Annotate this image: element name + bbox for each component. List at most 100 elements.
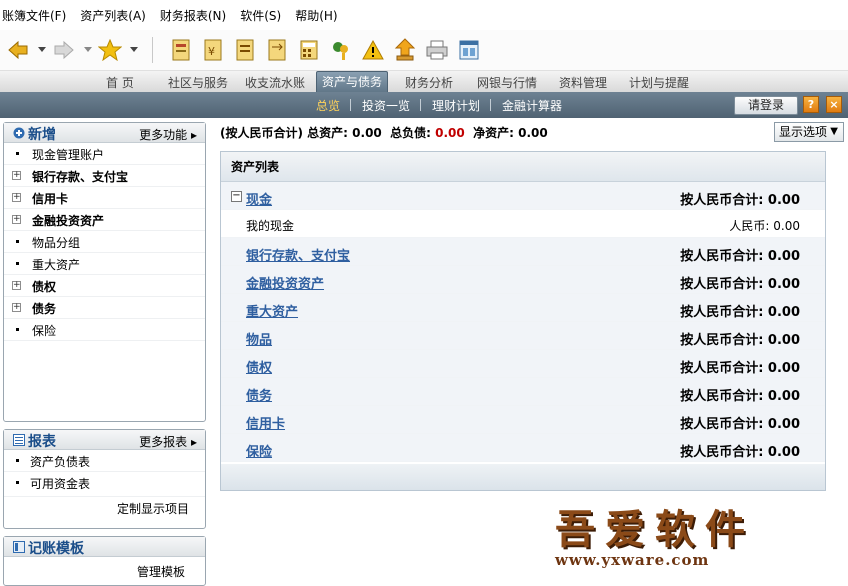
collapse-minus-icon[interactable]: − bbox=[231, 191, 242, 202]
tab-data-management[interactable]: 资料管理 bbox=[559, 74, 607, 93]
report-panel-header: 报表 更多报表 ▸ bbox=[4, 430, 205, 450]
subtab-financial-plan[interactable]: 理财计划 bbox=[432, 97, 480, 114]
tab-assets-debts[interactable]: 资产与债务 bbox=[316, 71, 389, 94]
toolbar-separator bbox=[152, 37, 153, 63]
asset-category-row[interactable]: 保险 按人民币合计: 0.00 bbox=[221, 434, 825, 462]
main-tab-bar: 首 页 社区与服务 收支流水账 资产与债务 财务分析 网银与行情 资料管理 计划… bbox=[0, 70, 848, 94]
report-item[interactable]: 可用资金表 bbox=[4, 472, 205, 497]
report-item[interactable]: 资产负债表 bbox=[4, 450, 205, 472]
upload-icon[interactable] bbox=[393, 38, 417, 62]
new-item[interactable]: + 债权 bbox=[4, 275, 205, 297]
tab-community[interactable]: 社区与服务 bbox=[168, 74, 228, 93]
asset-category-row[interactable]: 重大资产 按人民币合计: 0.00 bbox=[221, 294, 825, 322]
menu-help[interactable]: 帮助(H) bbox=[295, 7, 337, 24]
expand-plus-icon[interactable]: + bbox=[12, 171, 21, 180]
net-assets-label: 净资产: bbox=[473, 126, 514, 140]
asset-category-row[interactable]: 金融投资资产 按人民币合计: 0.00 bbox=[221, 266, 825, 294]
forward-arrow-icon[interactable] bbox=[52, 38, 76, 62]
asset-category-row[interactable]: 银行存款、支付宝 按人民币合计: 0.00 bbox=[221, 238, 825, 266]
menu-software[interactable]: 软件(S) bbox=[240, 7, 281, 24]
expand-plus-icon[interactable]: + bbox=[12, 303, 21, 312]
custom-display-items-link[interactable]: 定制显示项目 bbox=[117, 502, 189, 516]
users-key-icon[interactable] bbox=[329, 38, 353, 62]
login-button[interactable]: 请登录 bbox=[734, 96, 798, 115]
asset-value: 按人民币合计: 0.00 bbox=[680, 305, 800, 320]
asset-value: 按人民币合计: 0.00 bbox=[680, 445, 800, 460]
display-options-button[interactable]: 显示选项 ▼ bbox=[774, 122, 844, 142]
subtab-divider bbox=[350, 99, 351, 111]
report-list-icon bbox=[13, 434, 25, 446]
asset-category-link[interactable]: 信用卡 bbox=[246, 413, 285, 432]
report-panel: 报表 更多报表 ▸ 资产负债表 可用资金表 定制显示项目 bbox=[3, 429, 206, 529]
back-arrow-icon[interactable] bbox=[6, 38, 30, 62]
tab-finance-analysis[interactable]: 财务分析 bbox=[405, 74, 453, 93]
expand-plus-icon[interactable]: + bbox=[12, 281, 21, 290]
menu-file[interactable]: 账簿文件(F) bbox=[2, 7, 66, 24]
asset-list-title: 资产列表 bbox=[221, 152, 825, 182]
more-reports-link[interactable]: 更多报表 ▸ bbox=[139, 433, 197, 450]
asset-category-row[interactable]: 债权 按人民币合计: 0.00 bbox=[221, 350, 825, 378]
help-button[interactable]: ? bbox=[803, 96, 819, 113]
new-item-label: 重大资产 bbox=[32, 258, 81, 272]
expand-plus-icon[interactable]: + bbox=[12, 193, 21, 202]
income-icon[interactable]: ¥ bbox=[201, 38, 225, 62]
new-item-label: 银行存款、支付宝 bbox=[32, 170, 129, 184]
new-item[interactable]: 重大资产 bbox=[4, 253, 205, 275]
ledger-icon[interactable] bbox=[169, 38, 193, 62]
expense-icon[interactable] bbox=[233, 38, 257, 62]
tab-ebank-market[interactable]: 网银与行情 bbox=[477, 74, 537, 93]
subtab-investment-overview[interactable]: 投资一览 bbox=[362, 97, 410, 114]
manage-template-link[interactable]: 管理模板 bbox=[137, 565, 185, 579]
window-icon[interactable] bbox=[457, 38, 481, 62]
asset-category-link[interactable]: 保险 bbox=[246, 441, 272, 460]
sub-tab-bar: 总览 投资一览 理财计划 金融计算器 请登录 ? × bbox=[0, 92, 848, 118]
asset-value: 按人民币合计: 0.00 bbox=[680, 361, 800, 376]
transfer-icon[interactable] bbox=[265, 38, 289, 62]
subtab-divider bbox=[420, 99, 421, 111]
asset-category-row[interactable]: − 现金 按人民币合计: 0.00 bbox=[221, 182, 825, 210]
back-dropdown-icon[interactable] bbox=[38, 38, 46, 62]
more-functions-link[interactable]: 更多功能 ▸ bbox=[139, 126, 197, 143]
asset-category-link[interactable]: 现金 bbox=[246, 189, 272, 208]
new-item[interactable]: 物品分组 bbox=[4, 231, 205, 253]
new-item-label: 金融投资资产 bbox=[32, 214, 105, 228]
new-item[interactable]: + 银行存款、支付宝 bbox=[4, 165, 205, 187]
asset-category-link[interactable]: 物品 bbox=[246, 329, 272, 348]
asset-category-link[interactable]: 重大资产 bbox=[246, 301, 298, 320]
favorite-dropdown-icon[interactable] bbox=[130, 38, 138, 62]
close-button[interactable]: × bbox=[826, 96, 842, 113]
tab-cashflow[interactable]: 收支流水账 bbox=[245, 74, 305, 93]
asset-category-row[interactable]: 信用卡 按人民币合计: 0.00 bbox=[221, 406, 825, 434]
new-panel-header: 新增 更多功能 ▸ bbox=[4, 123, 205, 143]
asset-category-row[interactable]: 债务 按人民币合计: 0.00 bbox=[221, 378, 825, 406]
expand-plus-icon[interactable]: + bbox=[12, 215, 21, 224]
asset-category-link[interactable]: 金融投资资产 bbox=[246, 273, 324, 292]
print-icon[interactable] bbox=[425, 38, 449, 62]
forward-dropdown-icon[interactable] bbox=[84, 38, 92, 62]
menu-asset-list[interactable]: 资产列表(A) bbox=[80, 7, 146, 24]
favorite-star-icon[interactable] bbox=[98, 38, 122, 62]
new-item[interactable]: + 债务 bbox=[4, 297, 205, 319]
asset-category-link[interactable]: 债权 bbox=[246, 357, 272, 376]
subtab-finance-calculator[interactable]: 金融计算器 bbox=[502, 97, 562, 114]
report-item-label: 可用资金表 bbox=[30, 477, 91, 491]
menu-finance-report[interactable]: 财务报表(N) bbox=[160, 7, 226, 24]
new-item[interactable]: + 信用卡 bbox=[4, 187, 205, 209]
tab-plan-reminder[interactable]: 计划与提醒 bbox=[629, 74, 689, 93]
asset-category-link[interactable]: 银行存款、支付宝 bbox=[246, 245, 350, 264]
new-item[interactable]: 保险 bbox=[4, 319, 205, 341]
summary-prefix: (按人民币合计) bbox=[220, 126, 303, 140]
custom-items-row: 定制显示项目 bbox=[4, 497, 205, 517]
template-panel-title: 记账模板 bbox=[28, 541, 84, 557]
calculator-icon[interactable] bbox=[297, 38, 321, 62]
asset-category-link[interactable]: 债务 bbox=[246, 385, 272, 404]
warning-icon[interactable] bbox=[361, 38, 385, 62]
asset-account-row[interactable]: 我的现金 人民币: 0.00 bbox=[221, 210, 825, 238]
asset-category-row[interactable]: 物品 按人民币合计: 0.00 bbox=[221, 322, 825, 350]
asset-list-rows: − 现金 按人民币合计: 0.00 我的现金 人民币: 0.00 银行存款、支付宝 按人民币… bbox=[221, 182, 825, 462]
new-panel: 新增 更多功能 ▸ 现金管理账户 + 银行存款、支付宝 + 信用卡 + 金融投资资产 物品分组… bbox=[3, 122, 206, 422]
tab-home[interactable]: 首 页 bbox=[106, 74, 134, 93]
subtab-overview[interactable]: 总览 bbox=[316, 97, 340, 114]
new-item[interactable]: + 金融投资资产 bbox=[4, 209, 205, 231]
new-item[interactable]: 现金管理账户 bbox=[4, 143, 205, 165]
